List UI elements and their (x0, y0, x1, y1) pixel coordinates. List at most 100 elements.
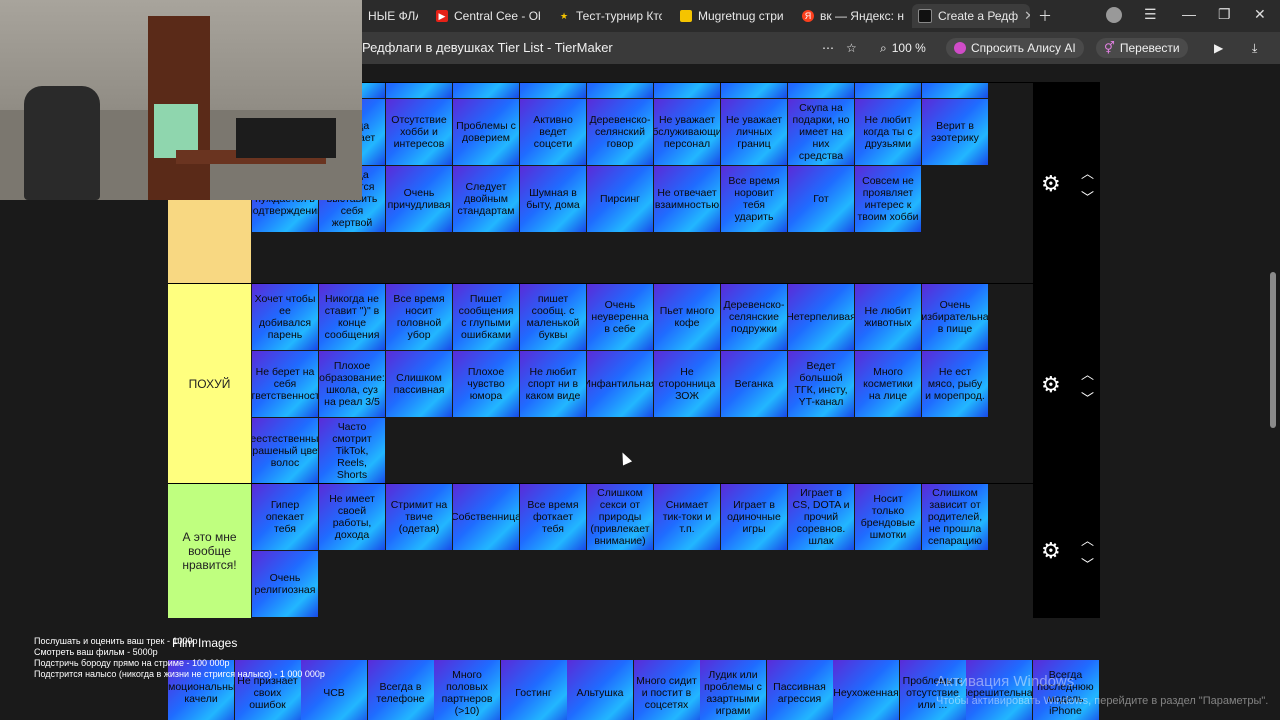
tier-item[interactable]: Носит только брендовые шмотки (855, 484, 921, 550)
tier-item[interactable]: Совсем не проявляет интерес к твоим хобб… (855, 166, 921, 232)
pool-item[interactable]: Всегда последнюю модель iPhone (1032, 660, 1099, 720)
tier-item[interactable] (788, 83, 854, 98)
tier-item[interactable]: Не уважает обслуживающий персонал (654, 99, 720, 165)
chevron-up-icon[interactable]: ︿ (1081, 530, 1094, 549)
gear-icon[interactable]: ⚙ (1041, 538, 1061, 564)
tier-item[interactable]: Отсутствие хобби и интересов (386, 99, 452, 165)
tier-item[interactable]: Плохое образование: школа, суз на реал 3… (319, 351, 385, 417)
tier-item[interactable]: Неестественный, крашеный цвет волос (252, 418, 318, 484)
pool-item[interactable]: Много сидит и постит в соцсетях (633, 660, 700, 720)
tier-item[interactable]: Плохое чувство юмора (453, 351, 519, 417)
tier-item[interactable] (855, 83, 921, 98)
tier-item[interactable]: Шумная в быту, дома (520, 166, 586, 232)
play-media-icon[interactable]: ▶ (1214, 38, 1223, 58)
pool-item[interactable]: Альтушка (567, 660, 633, 720)
tier-item[interactable]: Не ест мясо, рыбу и морепрод. (922, 351, 988, 417)
tab-test-tournament[interactable]: ★ Тест-турнир Ктс (552, 4, 662, 28)
pool-item[interactable]: Нерешительная (966, 660, 1032, 720)
tier-item[interactable]: Веганка (721, 351, 787, 417)
new-tab-icon[interactable]: ＋ (1038, 6, 1052, 26)
tier-item[interactable]: Не уважает личных границ (721, 99, 787, 165)
menu-icon[interactable]: ☰ (1144, 6, 1157, 23)
tier-item[interactable]: Много косметики на лице (855, 351, 921, 417)
page-title[interactable]: Редфлаги в девушках Tier List - TierMake… (362, 40, 613, 55)
tier-item[interactable]: Все время носит головной убор (386, 284, 452, 350)
tier-item[interactable]: Проблемы с доверием (453, 99, 519, 165)
tier-item[interactable]: Слишком зависит от родителей, не прошла … (922, 484, 988, 550)
tier-item[interactable]: Слишком пассивная (386, 351, 452, 417)
chevron-down-icon[interactable]: ﹀ (1081, 554, 1094, 573)
tier-item[interactable]: Играет в CS, DOTA и прочий соревнов. шла… (788, 484, 854, 550)
tier-item[interactable]: Никогда не ставит ")" в конце сообщения (319, 284, 385, 350)
tier-item[interactable]: Не любит когда ты с друзьями (855, 99, 921, 165)
restore-icon[interactable]: ❐ (1218, 6, 1231, 23)
minimize-icon[interactable]: — (1182, 6, 1196, 22)
tier-item[interactable]: Нетерпеливая (788, 284, 854, 350)
pool-item[interactable]: Гостинг (500, 660, 567, 720)
tier-item[interactable]: Следует двойным стандартам (453, 166, 519, 232)
tab-redflags[interactable]: НЫЕ ФЛАГ (362, 4, 418, 28)
tier-item[interactable] (386, 83, 452, 98)
tier-item[interactable]: Активно ведет соцсети (520, 99, 586, 165)
tier-item[interactable] (520, 83, 586, 98)
tier-item[interactable] (654, 83, 720, 98)
tier-item[interactable] (721, 83, 787, 98)
pool-item[interactable]: Неухоженная (833, 660, 899, 720)
tier-item[interactable]: Пьет много кофе (654, 284, 720, 350)
tier-item[interactable]: Гот (788, 166, 854, 232)
tier-label[interactable]: А это мне вообще нравится! (168, 484, 251, 618)
tier-item[interactable]: Ведет большой ТГК, инсту, YT-канал (788, 351, 854, 417)
chevron-down-icon[interactable]: ﹀ (1081, 187, 1094, 206)
pool-item[interactable]: Много половых партнеров (>10) (434, 660, 500, 720)
tier-item[interactable]: Снимает тик-токи и т.п. (654, 484, 720, 550)
scrollbar-thumb[interactable] (1270, 272, 1276, 428)
chevron-up-icon[interactable]: ︿ (1081, 364, 1094, 383)
tier-item[interactable]: Хочет чтобы ее добивался парень (252, 284, 318, 350)
zoom-indicator[interactable]: ⌕ 100 % (880, 38, 926, 58)
pool-item[interactable]: Всегда в телефоне (367, 660, 434, 720)
tier-item[interactable]: Очень неуверенна в себе (587, 284, 653, 350)
tier-item[interactable]: Часто смотрит TikTok, Reels, Shorts (319, 418, 385, 484)
tier-item[interactable]: Скупа на подарки, но имеет на них средст… (788, 99, 854, 165)
tier-item[interactable]: Все время фоткает тебя (520, 484, 586, 550)
profile-avatar-icon[interactable] (1106, 7, 1122, 23)
tier-item[interactable]: Деревенско-селянские подружки (721, 284, 787, 350)
bookmark-page-icon[interactable]: ☆ (846, 38, 857, 58)
translate-button[interactable]: ⚥ Перевести (1096, 38, 1188, 58)
download-icon[interactable]: ⤓ (1252, 38, 1257, 58)
tier-item[interactable]: Не любит спорт ни в каком виде (520, 351, 586, 417)
tier-item[interactable]: Пирсинг (587, 166, 653, 232)
close-window-icon[interactable]: ✕ (1254, 6, 1266, 23)
tier-item[interactable]: Слишком секси от природы (привлекает вни… (587, 484, 653, 550)
tier-item[interactable]: Играет в одиночные игры (721, 484, 787, 550)
gear-icon[interactable]: ⚙ (1041, 171, 1061, 197)
tier-item[interactable]: Деревенско-селянский говор (587, 99, 653, 165)
tier-item[interactable]: Гипер опекает тебя (252, 484, 318, 550)
close-tab-icon[interactable]: ✕ (1024, 8, 1030, 24)
pool-item[interactable]: Пассивная агрессия (766, 660, 833, 720)
tier-item[interactable] (453, 83, 519, 98)
more-icon[interactable]: ⋯ (822, 38, 834, 58)
tab-mugretnug[interactable]: Mugretnug стри (674, 4, 784, 28)
tier-item[interactable]: Не сторонница ЗОЖ (654, 351, 720, 417)
tier-item[interactable] (587, 83, 653, 98)
tab-yandex[interactable]: Я вк — Яндекс: на (796, 4, 904, 28)
tier-item[interactable]: пишет сообщ. с маленькой буквы (520, 284, 586, 350)
tier-item[interactable]: Не отвечает взаимностью (654, 166, 720, 232)
tier-item[interactable]: Собственница (453, 484, 519, 550)
tab-create-tierlist[interactable]: Create a Редф ✕ (912, 4, 1030, 28)
chevron-down-icon[interactable]: ﹀ (1081, 388, 1094, 407)
tier-item[interactable] (922, 83, 988, 98)
tier-item[interactable]: Все время норовит тебя ударить (721, 166, 787, 232)
tier-item[interactable]: Очень причудливая (386, 166, 452, 232)
tier-item[interactable]: Не имеет своей работы, дохода (319, 484, 385, 550)
tier-item[interactable]: Верит в эзотерику (922, 99, 988, 165)
gear-icon[interactable]: ⚙ (1041, 372, 1061, 398)
tier-item[interactable]: Инфантильная (587, 351, 653, 417)
tier-item[interactable]: Очень избирательна в пище (922, 284, 988, 350)
tier-label[interactable]: ПОХУЙ (168, 284, 251, 484)
tab-central-cee[interactable]: ▶ Central Cee - Obs (430, 4, 540, 28)
pool-item[interactable]: Проблемы с отсутствие или ... (899, 660, 966, 720)
tier-item[interactable]: Очень религиозная (252, 551, 318, 617)
tier-item[interactable]: Не берет на себя ответственность (252, 351, 318, 417)
